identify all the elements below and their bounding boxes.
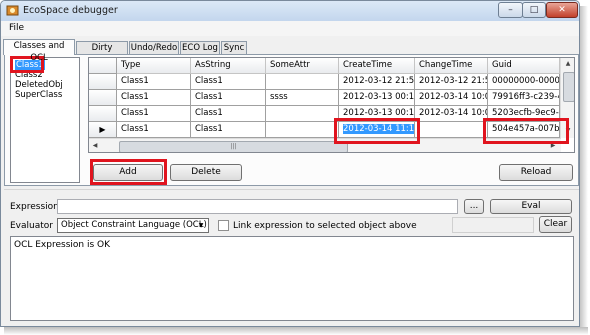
grid-cell[interactable]: 2012-03-12 21:53 — [415, 74, 488, 90]
scroll-left-icon[interactable]: ◀ — [89, 139, 101, 152]
output-text: OCL Expression is OK — [14, 240, 110, 250]
tab-dirty-objects[interactable]: Dirty Objects — [76, 41, 128, 65]
column-header-someattr[interactable]: SomeAttr — [266, 58, 339, 74]
chevron-down-icon: ▼ — [198, 222, 204, 229]
window-title: EcoSpace debugger — [23, 5, 118, 16]
evaluator-selected-value: Object Constraint Language (OCL) — [61, 220, 207, 230]
window-shadow — [580, 6, 588, 327]
class-list-item[interactable]: SuperClass — [15, 90, 62, 100]
eval-button[interactable]: Eval — [490, 199, 572, 214]
tab-undo-redo[interactable]: Undo/Redo — [129, 41, 179, 54]
menu-bar: File — [1, 21, 579, 36]
column-header-guid[interactable]: Guid — [488, 58, 560, 74]
close-button[interactable]: ✕ — [546, 2, 578, 18]
grid-cell[interactable]: 2012-03-12 21:52 — [339, 74, 415, 90]
link-expression-label: Link expression to selected object above — [233, 221, 417, 231]
delete-button[interactable]: Delete — [170, 164, 242, 181]
grid-cell[interactable]: 2012-03-13 00:17 — [339, 90, 415, 106]
grid-cell[interactable] — [266, 106, 339, 122]
grid-cell[interactable]: Class1 — [191, 122, 266, 138]
grid-corner — [89, 58, 117, 74]
grid-cell[interactable]: Class1 — [117, 90, 191, 106]
tab-classes-and-ocl[interactable]: Classes and OCL — [3, 39, 75, 63]
createtime-highlight — [334, 118, 420, 144]
grid-cell[interactable] — [415, 122, 488, 138]
class-list-item[interactable]: DeletedObj — [15, 80, 63, 90]
grid-cell[interactable]: Class1 — [117, 74, 191, 90]
grid-cell[interactable]: 2012-03-14 10:02 — [415, 90, 488, 106]
grid-cell[interactable]: Class1 — [191, 90, 266, 106]
evaluator-select[interactable]: Object Constraint Language (OCL) ▼ — [57, 218, 209, 233]
row-header[interactable] — [89, 106, 117, 122]
grid-cell[interactable]: 00000000-0000- — [488, 74, 560, 90]
expression-browse-button[interactable]: ... — [464, 199, 484, 214]
tab-sync[interactable]: Sync — [221, 41, 247, 54]
guid-highlight — [483, 118, 569, 144]
column-header-changetime[interactable]: ChangeTime — [415, 58, 488, 74]
current-row-arrow-icon[interactable]: ▶ — [89, 122, 117, 138]
reload-button[interactable]: Reload — [499, 164, 573, 181]
debugger-window: EcoSpace debugger – □ ✕ File Classes and… — [0, 0, 580, 327]
title-bar[interactable]: EcoSpace debugger – □ ✕ — [1, 1, 579, 21]
row-header[interactable] — [89, 90, 117, 106]
output-area[interactable]: OCL Expression is OK — [10, 236, 574, 321]
window-shadow — [4, 327, 588, 335]
row-header[interactable] — [89, 74, 117, 90]
expression-input[interactable] — [57, 199, 458, 214]
link-expression-checkbox[interactable] — [218, 220, 229, 231]
grid-cell[interactable]: ssss — [266, 90, 339, 106]
grid-cell[interactable] — [266, 122, 339, 138]
evaluator-label: Evaluator — [10, 221, 53, 231]
column-header-type[interactable]: Type — [117, 58, 191, 74]
ecospace-debugger-icon — [6, 5, 19, 16]
clear-button[interactable]: Clear — [539, 216, 572, 233]
grid-cell[interactable]: 2012-03-14 10:02 — [415, 106, 488, 122]
splitter[interactable] — [4, 189, 579, 190]
grid-cell[interactable]: 79916ff3-c239-4 — [488, 90, 560, 106]
grid-cell[interactable] — [266, 74, 339, 90]
grid-cell[interactable]: Class1 — [191, 106, 266, 122]
grid-cell[interactable]: Class1 — [117, 122, 191, 138]
tab-eco-log[interactable]: ECO Log — [180, 41, 220, 54]
grid-cell[interactable]: Class1 — [117, 106, 191, 122]
scroll-thumb[interactable] — [563, 72, 574, 102]
minimize-button[interactable]: – — [498, 2, 523, 18]
maximize-button[interactable]: □ — [522, 2, 546, 18]
expression-label: Expression — [10, 202, 59, 212]
menu-file[interactable]: File — [9, 23, 24, 33]
add-button-highlight — [90, 159, 167, 185]
column-header-createtime[interactable]: CreateTime — [339, 58, 415, 74]
evaluator-extra-field — [452, 217, 534, 233]
grid-cell[interactable]: Class1 — [191, 74, 266, 90]
class-list[interactable]: Class1 Class2 DeletedObj SuperClass — [10, 57, 80, 183]
column-header-asstring[interactable]: AsString — [191, 58, 266, 74]
scroll-up-icon[interactable]: ▲ — [561, 58, 574, 70]
scroll-thumb[interactable]: ||| — [119, 141, 348, 152]
